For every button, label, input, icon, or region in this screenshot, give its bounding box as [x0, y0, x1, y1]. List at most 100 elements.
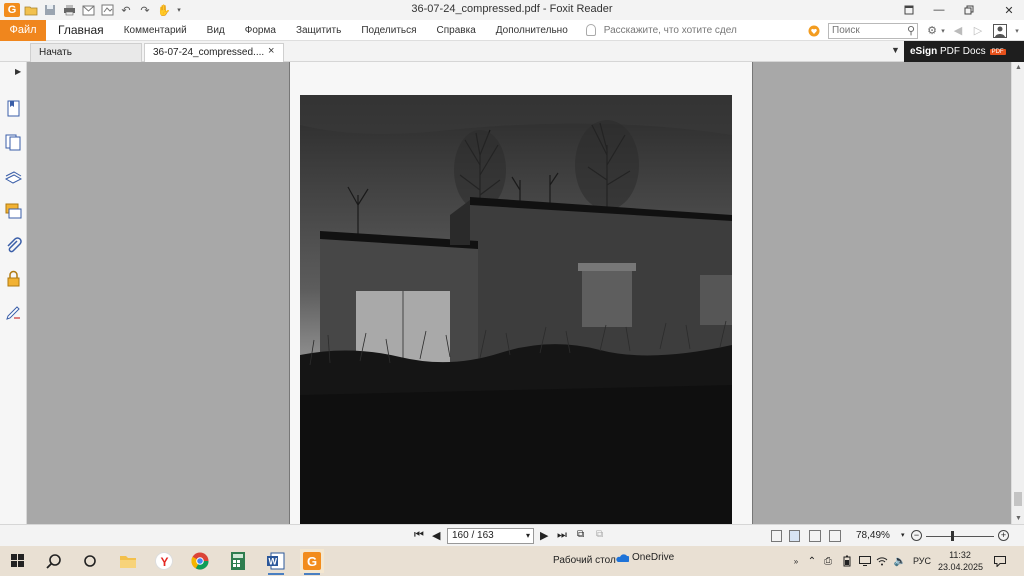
tray-overflow-chevron-icon[interactable]: ⌃	[806, 555, 818, 567]
previous-page-button[interactable]: ◀	[432, 529, 440, 542]
tab-close-icon[interactable]: ×	[268, 45, 274, 57]
zoom-out-icon[interactable]: −	[911, 530, 922, 541]
continuous-facing-view-icon[interactable]	[829, 530, 841, 542]
tabs-dropdown-icon[interactable]: ▼	[891, 45, 900, 55]
windows-start-icon[interactable]	[6, 549, 30, 573]
layers-icon[interactable]	[5, 169, 22, 186]
tab-view[interactable]: Вид	[197, 20, 235, 41]
task-view-icon[interactable]	[78, 549, 102, 573]
next-page-button[interactable]: ▶	[540, 529, 548, 542]
tell-me-text: Расскажите, что хотите сдел	[603, 24, 737, 36]
zoom-dropdown-icon[interactable]: ▾	[901, 531, 905, 539]
vertical-scrollbar[interactable]: ▲ ▼	[1011, 62, 1024, 524]
onedrive-toolbar[interactable]: OneDrive	[615, 552, 674, 563]
word-icon[interactable]: W	[264, 549, 288, 575]
signatures-pen-icon[interactable]	[5, 304, 22, 321]
redo-icon[interactable]: ↷	[137, 3, 153, 17]
tab-share[interactable]: Поделиться	[351, 20, 426, 41]
volume-icon[interactable]: 🔈	[894, 555, 906, 567]
file-explorer-icon[interactable]	[116, 549, 140, 573]
tab-help[interactable]: Справка	[427, 20, 486, 41]
tab-extra[interactable]: Дополнительно	[486, 20, 578, 41]
first-page-button[interactable]: ⏮	[414, 529, 424, 542]
tab-start[interactable]: Начать	[30, 43, 142, 62]
clock-time: 11:32	[949, 550, 971, 560]
zoom-slider[interactable]	[926, 536, 994, 537]
security-lock-icon[interactable]	[5, 270, 22, 287]
tab-document[interactable]: 36-07-24_compressed....	[144, 43, 284, 62]
facing-view-icon[interactable]	[809, 530, 821, 542]
tab-protect[interactable]: Защитить	[286, 20, 351, 41]
zoom-in-icon[interactable]: +	[998, 530, 1009, 541]
settings-dropdown-icon[interactable]: ▾	[940, 23, 946, 39]
page-thumbnails-icon[interactable]	[5, 134, 22, 151]
attachments-paperclip-icon[interactable]	[5, 237, 22, 254]
chrome-icon[interactable]	[188, 549, 212, 573]
tab-home[interactable]: Главная	[46, 20, 114, 41]
continuous-view-icon[interactable]	[789, 530, 800, 542]
battery-icon[interactable]	[841, 555, 853, 567]
document-viewer[interactable]: циан	[27, 62, 1011, 557]
open-folder-icon[interactable]	[23, 3, 39, 17]
search-input[interactable]	[832, 25, 904, 36]
account-dropdown-icon[interactable]: ▾	[1012, 23, 1022, 39]
last-page-button[interactable]: ⏭	[557, 529, 567, 542]
next-view-icon[interactable]: ⧉	[596, 529, 603, 540]
print-icon[interactable]	[61, 3, 77, 17]
ribbon-collapse-icon[interactable]	[894, 0, 924, 20]
expand-panel-arrow-icon[interactable]: ▶	[15, 67, 21, 76]
email-icon[interactable]	[80, 3, 96, 17]
lightbulb-icon	[585, 24, 596, 36]
wifi-icon[interactable]	[876, 555, 888, 567]
foxit-reader-taskbar-icon[interactable]: G	[300, 549, 324, 575]
scrollbar-thumb[interactable]	[1014, 492, 1022, 506]
svg-text:G: G	[307, 554, 317, 569]
scroll-down-arrow-icon[interactable]: ▼	[1015, 515, 1022, 522]
navigation-panel: ▶	[0, 62, 27, 524]
search-box[interactable]: ⚲	[828, 22, 918, 39]
comments-icon[interactable]	[5, 203, 22, 220]
esign-label-bold: eSign	[910, 46, 938, 57]
user-account-icon[interactable]	[992, 23, 1008, 39]
scan-icon[interactable]	[99, 3, 115, 17]
calculator-icon[interactable]	[226, 549, 250, 573]
tab-form[interactable]: Форма	[235, 20, 286, 41]
customize-dropdown-icon[interactable]: ▾	[175, 3, 183, 17]
status-bar: ⏮ ◀ 160 / 163 ▾ ▶ ⏭ ⧉ ⧉ 78,49% ▾ − +	[0, 524, 1024, 546]
esign-pdf-docs-button[interactable]: eSign PDF Docs PDF	[904, 41, 1024, 62]
usb-device-icon[interactable]: ⎙	[822, 555, 834, 567]
zoom-slider-thumb[interactable]	[951, 531, 954, 541]
close-button[interactable]: ✕	[994, 0, 1024, 20]
title-bar: G ↶ ↷ ✋ ▾ 36-07-24_compressed.pdf - Foxi…	[0, 0, 1024, 20]
hand-tool-icon[interactable]: ✋	[156, 3, 172, 17]
tab-comment[interactable]: Комментарий	[114, 20, 197, 41]
settings-gear-icon[interactable]: ⚙	[924, 23, 940, 39]
restore-button[interactable]	[954, 0, 984, 20]
tell-me-box[interactable]: Расскажите, что хотите сдел	[585, 24, 737, 36]
zoom-level[interactable]: 78,49%	[856, 530, 890, 541]
undo-icon[interactable]: ↶	[118, 3, 134, 17]
desktop-toolbar-label[interactable]: Рабочий стол	[553, 555, 616, 566]
scroll-up-arrow-icon[interactable]: ▲	[1015, 64, 1022, 71]
single-page-view-icon[interactable]	[771, 530, 782, 542]
save-icon[interactable]	[42, 3, 58, 17]
search-taskbar-icon[interactable]	[42, 549, 66, 573]
bookmark-icon[interactable]	[5, 100, 22, 117]
minimize-button[interactable]: —	[924, 0, 954, 20]
page-number-field[interactable]: 160 / 163 ▾	[447, 528, 534, 544]
foxit-app-icon[interactable]: G	[4, 3, 20, 17]
input-language-indicator[interactable]: РУС	[913, 556, 931, 566]
file-menu-button[interactable]: Файл	[0, 19, 46, 41]
notifications-icon[interactable]	[994, 555, 1006, 567]
search-icon[interactable]: ⚲	[907, 24, 915, 37]
back-arrow-icon[interactable]: ◀	[950, 23, 966, 39]
yandex-browser-icon[interactable]: Y	[152, 549, 176, 573]
svg-text:W: W	[269, 557, 278, 567]
feedback-heart-icon[interactable]	[806, 23, 822, 39]
system-clock[interactable]: 11:32 23.04.2025	[938, 549, 983, 573]
toolbar-expand-icon[interactable]: »	[790, 555, 802, 567]
display-icon[interactable]	[859, 555, 871, 567]
forward-arrow-icon[interactable]: ▷	[970, 23, 986, 39]
previous-view-icon[interactable]: ⧉	[577, 529, 584, 540]
page-dropdown-icon[interactable]: ▾	[526, 529, 530, 543]
